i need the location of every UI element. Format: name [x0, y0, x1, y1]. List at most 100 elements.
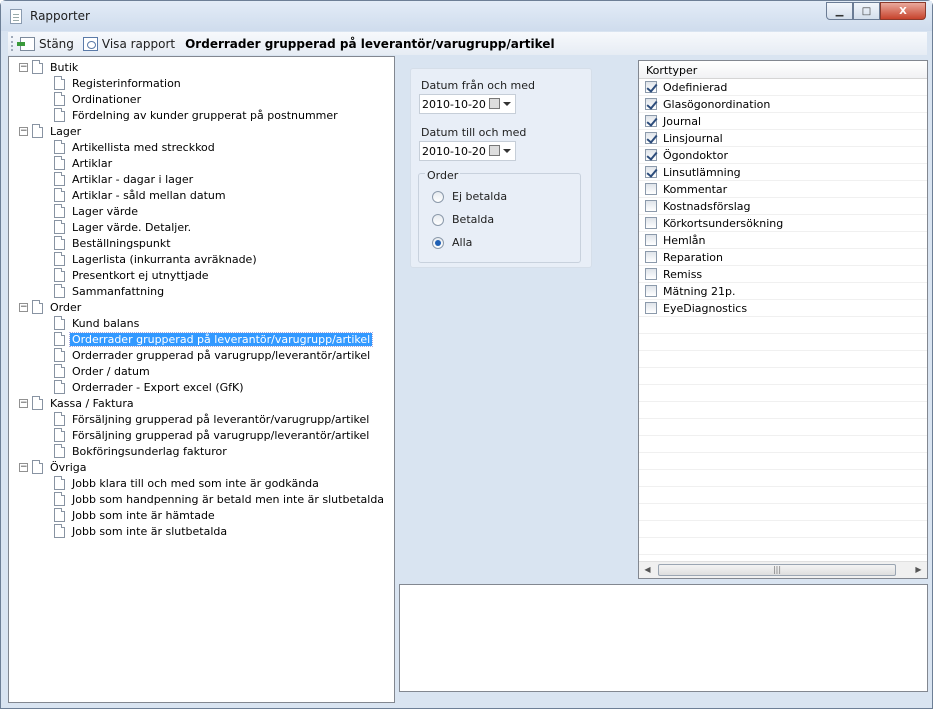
tree-item[interactable]: Artiklar - dagar i lager	[9, 171, 394, 187]
cardtype-row[interactable]: Kostnadsförslag	[639, 198, 927, 215]
tree-item[interactable]: Försäljning grupperad på varugrupp/lever…	[9, 427, 394, 443]
document-icon	[54, 524, 65, 538]
tree-item[interactable]: Artiklar - såld mellan datum	[9, 187, 394, 203]
cardtype-label: Hemlån	[663, 233, 706, 247]
tree-item[interactable]: Jobb klara till och med som inte är godk…	[9, 475, 394, 491]
horizontal-scrollbar[interactable]: ◀ ||| ▶	[639, 561, 927, 578]
tree-item-label: Lager värde	[72, 204, 138, 218]
cardtype-label: Odefinierad	[663, 80, 728, 94]
collapse-icon[interactable]: −	[19, 302, 28, 312]
document-icon	[54, 76, 65, 90]
radio-alla[interactable]: Alla	[432, 236, 472, 249]
radio-label: Betalda	[452, 213, 495, 226]
cardtype-row[interactable]: Hemlån	[639, 232, 927, 249]
tree-item-label: Jobb som handpenning är betald men inte …	[72, 492, 385, 506]
close-window-button[interactable]: X	[880, 2, 926, 20]
checkbox[interactable]	[645, 302, 657, 314]
cardtype-row[interactable]: EyeDiagnostics	[639, 300, 927, 317]
tree-item[interactable]: Lager värde	[9, 203, 394, 219]
checkbox[interactable]	[645, 166, 657, 178]
tree-item[interactable]: Kund balans	[9, 315, 394, 331]
cardtype-header[interactable]: Korttyper	[639, 61, 927, 79]
checkbox[interactable]	[645, 268, 657, 280]
scroll-thumb[interactable]: |||	[658, 564, 896, 576]
tree-item[interactable]: Ordinationer	[9, 91, 394, 107]
cardtype-row[interactable]: Linsutlämning	[639, 164, 927, 181]
radio-betalda[interactable]: Betalda	[432, 213, 494, 226]
cardtype-row[interactable]: Reparation	[639, 249, 927, 266]
checkbox[interactable]	[645, 285, 657, 297]
cardtype-row[interactable]: Odefinierad	[639, 79, 927, 96]
tree-group[interactable]: − Kassa / Faktura	[9, 395, 394, 411]
tree-item[interactable]: Presentkort ej utnyttjade	[9, 267, 394, 283]
tree-item[interactable]: Lager värde. Detaljer.	[9, 219, 394, 235]
cardtype-label: Ögondoktor	[663, 148, 728, 162]
tree-item[interactable]: Registerinformation	[9, 75, 394, 91]
checkbox[interactable]	[645, 234, 657, 246]
checkbox[interactable]	[645, 251, 657, 263]
tree-item-label: Orderrader grupperad på leverantör/varug…	[68, 331, 374, 347]
view-report-button[interactable]: Visa rapport	[82, 36, 175, 51]
cardtype-row[interactable]: Ögondoktor	[639, 147, 927, 164]
collapse-icon[interactable]: −	[19, 62, 28, 72]
tree-item-label: Registerinformation	[72, 76, 181, 90]
checkbox[interactable]	[645, 98, 657, 110]
tree-item[interactable]: Beställningspunkt	[9, 235, 394, 251]
close-button[interactable]: Stäng	[17, 36, 74, 51]
document-icon	[54, 252, 65, 266]
tree-item[interactable]: Artikellista med streckkod	[9, 139, 394, 155]
collapse-icon[interactable]: −	[19, 462, 28, 472]
tree-item[interactable]: Order / datum	[9, 363, 394, 379]
collapse-icon[interactable]: −	[19, 398, 28, 408]
tree-item[interactable]: Jobb som inte är hämtade	[9, 507, 394, 523]
tree-item[interactable]: Lagerlista (inkurranta avräknade)	[9, 251, 394, 267]
cardtype-row[interactable]: Linsjournal	[639, 130, 927, 147]
tree-item[interactable]: Jobb som handpenning är betald men inte …	[9, 491, 394, 507]
cardtype-row[interactable]: Mätning 21p.	[639, 283, 927, 300]
checkbox[interactable]	[645, 132, 657, 144]
to-date-picker[interactable]: 2010-10-20	[419, 141, 516, 161]
minimize-button[interactable]: ▁	[826, 2, 853, 20]
checkbox[interactable]	[645, 217, 657, 229]
report-tree[interactable]: − Butik Registerinformation Ordinationer För…	[8, 56, 395, 703]
cardtype-label: EyeDiagnostics	[663, 301, 748, 315]
radio-ej-betalda[interactable]: Ej betalda	[432, 190, 507, 203]
empty-row	[639, 436, 927, 453]
tree-item[interactable]: Orderrader grupperad på leverantör/varug…	[9, 331, 394, 347]
tree-item[interactable]: Försäljning grupperad på leverantör/varu…	[9, 411, 394, 427]
document-icon	[54, 188, 65, 202]
checkbox[interactable]	[645, 200, 657, 212]
tree-item[interactable]: Sammanfattning	[9, 283, 394, 299]
cardtype-row[interactable]: Remiss	[639, 266, 927, 283]
from-date-picker[interactable]: 2010-10-20	[419, 94, 516, 114]
checkbox[interactable]	[645, 115, 657, 127]
tree-item[interactable]: Orderrader grupperad på varugrupp/levera…	[9, 347, 394, 363]
tree-item[interactable]: Bokföringsunderlag fakturor	[9, 443, 394, 459]
tree-item[interactable]: Artiklar	[9, 155, 394, 171]
tree-group[interactable]: − Order	[9, 299, 394, 315]
tree-group[interactable]: − Övriga	[9, 459, 394, 475]
toolbar-grip[interactable]	[11, 36, 14, 51]
scroll-right-icon[interactable]: ▶	[910, 562, 927, 578]
cardtype-row[interactable]: Glasögonordination	[639, 96, 927, 113]
cardtype-row[interactable]: Körkortsundersökning	[639, 215, 927, 232]
cardtype-row[interactable]: Kommentar	[639, 181, 927, 198]
tree-item[interactable]: Orderrader - Export excel (GfK)	[9, 379, 394, 395]
empty-row	[639, 521, 927, 538]
tree-group[interactable]: − Lager	[9, 123, 394, 139]
tree-item[interactable]: Fördelning av kunder grupperat på postnu…	[9, 107, 394, 123]
checkbox[interactable]	[645, 81, 657, 93]
cardtype-row[interactable]: Journal	[639, 113, 927, 130]
checkbox[interactable]	[645, 149, 657, 161]
scroll-left-icon[interactable]: ◀	[639, 562, 656, 578]
maximize-button[interactable]: □	[853, 2, 880, 20]
checkbox[interactable]	[645, 183, 657, 195]
document-icon	[54, 268, 65, 282]
tree-item-label: Fördelning av kunder grupperat på postnu…	[72, 108, 338, 122]
document-icon	[54, 316, 65, 330]
tree-group-label: Order	[50, 300, 82, 314]
tree-item[interactable]: Jobb som inte är slutbetalda	[9, 523, 394, 539]
tree-group[interactable]: − Butik	[9, 59, 394, 75]
tree-item-label: Artikellista med streckkod	[72, 140, 215, 154]
collapse-icon[interactable]: −	[19, 126, 28, 136]
